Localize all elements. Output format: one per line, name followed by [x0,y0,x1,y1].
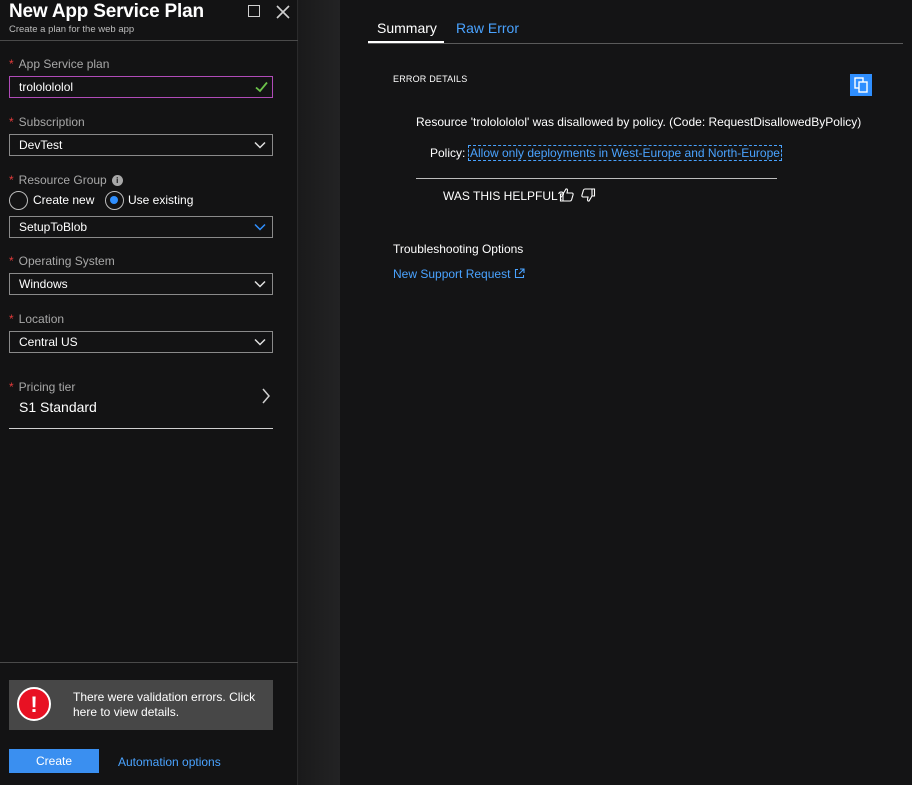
radio-use-existing[interactable] [105,191,124,210]
error-icon: ! [17,687,51,721]
pricing-tier-selector[interactable]: * Pricing tier S1 Standard [9,377,273,429]
helpful-divider [416,178,777,179]
chevron-down-icon [254,338,266,346]
error-details-panel: Summary Raw Error ERROR DETAILS Resource… [340,0,912,785]
create-plan-blade: New App Service Plan Create a plan for t… [0,0,298,785]
pricing-tier-label: * Pricing tier [9,380,76,394]
plan-name-value: trololololol [19,80,74,94]
thumbs-down-icon[interactable] [580,187,596,203]
os-select[interactable]: Windows [9,273,273,295]
close-icon[interactable] [274,3,292,21]
radio-use-existing-label: Use existing [128,193,194,207]
radio-create-new[interactable] [9,191,28,210]
subscription-label: * Subscription [9,115,85,129]
tabs-divider [368,43,903,44]
troubleshooting-heading: Troubleshooting Options [393,242,524,256]
os-label: * Operating System [9,254,115,268]
resource-group-value: SetupToBlob [19,220,88,234]
plan-name-label: * App Service plan [9,57,110,71]
check-icon [255,81,268,93]
maximize-icon[interactable] [246,3,264,21]
support-link-label: New Support Request [393,267,511,281]
chevron-down-icon [254,223,266,231]
chevron-down-icon [254,280,266,288]
helpful-prompt: WAS THIS HELPFUL? [443,189,565,203]
active-tab-indicator [368,41,444,43]
subscription-select[interactable]: DevTest [9,134,273,156]
error-details-heading: ERROR DETAILS [393,74,468,84]
footer-divider [0,662,298,663]
policy-link[interactable]: Allow only deployments in West-Europe an… [468,145,782,161]
location-label: * Location [9,312,65,326]
tab-raw-error[interactable]: Raw Error [456,20,519,36]
external-link-icon [515,268,525,279]
resource-group-select[interactable]: SetupToBlob [9,216,273,238]
radio-create-new-label: Create new [33,193,95,207]
location-select[interactable]: Central US [9,331,273,353]
thumbs-up-icon[interactable] [559,187,575,203]
blade-subtitle: Create a plan for the web app [9,24,135,35]
blade-gutter [299,0,340,785]
copy-icon[interactable] [850,74,872,96]
location-value: Central US [19,335,78,349]
resource-group-label: * Resource Group i [9,173,123,187]
pricing-tier-value: S1 Standard [19,399,97,415]
validation-message: There were validation errors. Click here… [73,690,256,719]
resource-error-message: Resource 'trololololol' was disallowed b… [416,115,862,129]
info-icon[interactable]: i [111,175,123,186]
tab-summary[interactable]: Summary [377,20,437,36]
create-button[interactable]: Create [9,749,99,773]
subscription-value: DevTest [19,138,63,152]
policy-label: Policy: [430,146,466,160]
automation-options-link[interactable]: Automation options [118,755,221,769]
new-support-request-link[interactable]: New Support Request [393,267,525,281]
blade-title: New App Service Plan [9,1,204,22]
plan-name-input[interactable]: trololololol [9,76,273,98]
validation-error-banner[interactable]: ! There were validation errors. Click he… [9,680,273,730]
os-value: Windows [19,277,68,291]
chevron-down-icon [254,141,266,149]
chevron-right-icon [262,388,270,404]
blade-header: New App Service Plan Create a plan for t… [0,0,298,41]
